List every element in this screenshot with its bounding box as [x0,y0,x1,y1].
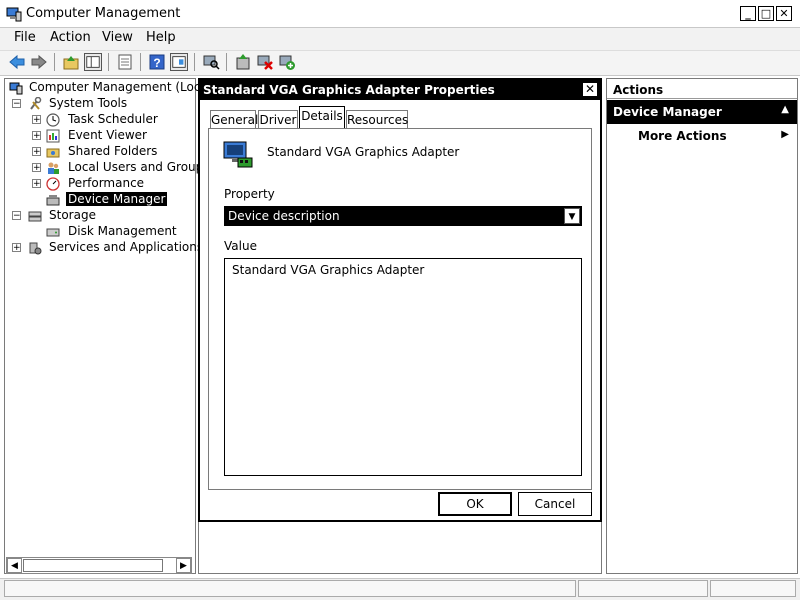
properties-icon[interactable] [116,53,134,71]
svg-text:?: ? [153,56,160,70]
enable-device-icon[interactable] [278,53,296,71]
scroll-left-icon[interactable]: ◀ [7,558,22,573]
scroll-thumb[interactable] [23,559,163,572]
tree-label: Event Viewer [68,128,147,142]
tree-label: Performance [68,176,145,190]
tree-label-selected: Device Manager [66,192,168,206]
expand-icon[interactable]: + [32,163,41,173]
scan-hardware-icon[interactable] [202,53,220,71]
expand-icon[interactable]: + [32,179,41,189]
services-icon [29,242,42,255]
tools-icon [30,97,42,110]
toolbar-separator [140,53,141,71]
menu-view[interactable]: View [102,30,133,45]
tree-label: Local Users and Groups [68,160,210,174]
status-cell [578,580,708,597]
maximize-button[interactable]: □ [758,6,774,21]
expand-icon[interactable]: + [32,115,41,125]
value-item[interactable]: Standard VGA Graphics Adapter [232,263,574,277]
tree-label: Computer Management (Local) [29,80,216,94]
properties-dialog: Standard VGA Graphics Adapter Properties… [198,78,602,522]
minimize-button[interactable]: _ [740,6,756,21]
up-folder-icon[interactable] [62,53,80,71]
more-actions-item[interactable]: More Actions ▶ [607,125,797,147]
scroll-right-icon[interactable]: ▶ [176,558,191,573]
window-title: Computer Management [26,6,181,21]
cancel-button[interactable]: Cancel [518,492,592,516]
disk-icon [46,228,60,237]
expand-icon[interactable]: + [32,131,41,141]
menu-action[interactable]: Action [50,30,91,45]
toolbar-separator [194,53,195,71]
device-name: Standard VGA Graphics Adapter [267,145,460,159]
tree-label: System Tools [49,96,128,110]
actions-section-label: Device Manager [613,105,722,119]
collapse-icon[interactable]: − [12,211,21,221]
users-icon [48,162,59,174]
tab-details[interactable]: Details [299,106,345,129]
actions-section-device-manager[interactable]: Device Manager ▲ [607,100,797,124]
status-cell [4,580,576,597]
tab-resources[interactable]: Resources [346,110,408,128]
value-label: Value [224,239,257,253]
expand-icon[interactable]: + [12,243,21,253]
menu-file[interactable]: File [14,30,36,45]
dialog-close-button[interactable]: ✕ [582,82,598,97]
clock-icon [46,113,60,127]
tree-label: Storage [49,208,96,222]
toolbar-separator [226,53,227,71]
forward-icon[interactable] [30,53,48,71]
expand-icon[interactable]: + [32,147,41,157]
toolbar-separator [54,53,55,71]
collapse-arrow-icon[interactable]: ▲ [781,104,789,115]
performance-icon [46,177,60,191]
horizontal-scrollbar[interactable]: ◀ ▶ [6,557,192,574]
collapse-icon[interactable]: − [12,99,21,109]
submenu-arrow-icon: ▶ [781,129,789,140]
storage-icon [28,211,42,222]
display-adapter-icon [223,141,253,168]
dialog-title: Standard VGA Graphics Adapter Properties [200,80,600,100]
help-icon[interactable]: ? [148,53,166,71]
back-icon[interactable] [8,53,26,71]
value-list[interactable]: Standard VGA Graphics Adapter [224,258,582,476]
tree-label: Task Scheduler [68,112,158,126]
chevron-down-icon[interactable]: ▼ [564,208,580,224]
device-manager-icon [46,195,60,206]
uninstall-icon[interactable] [256,53,274,71]
console-view-icon[interactable] [170,53,188,71]
tree-label: Disk Management [68,224,177,238]
tree-label: Services and Applications [49,240,204,254]
menu-help[interactable]: Help [146,30,176,45]
toolbar-separator [108,53,109,71]
show-hide-tree-icon[interactable] [84,53,102,71]
actions-header: Actions [607,79,797,99]
shared-folder-icon [46,148,60,158]
update-driver-icon[interactable] [234,53,252,71]
property-dropdown[interactable]: Device description ▼ [224,206,582,226]
ok-button[interactable]: OK [438,492,512,516]
status-cell [710,580,796,597]
computer-management-icon [6,7,22,22]
property-label: Property [224,187,275,201]
property-dropdown-value: Device description [228,209,340,223]
tree-label: Shared Folders [68,144,158,158]
close-window-button[interactable]: ✕ [776,6,792,21]
actions-pane: Actions Device Manager ▲ More Actions ▶ [606,78,798,574]
event-viewer-icon [46,129,60,143]
more-actions-label: More Actions [638,129,727,143]
computer-management-icon [9,82,23,95]
tab-driver[interactable]: Driver [258,110,298,128]
tab-general[interactable]: General [210,110,258,128]
